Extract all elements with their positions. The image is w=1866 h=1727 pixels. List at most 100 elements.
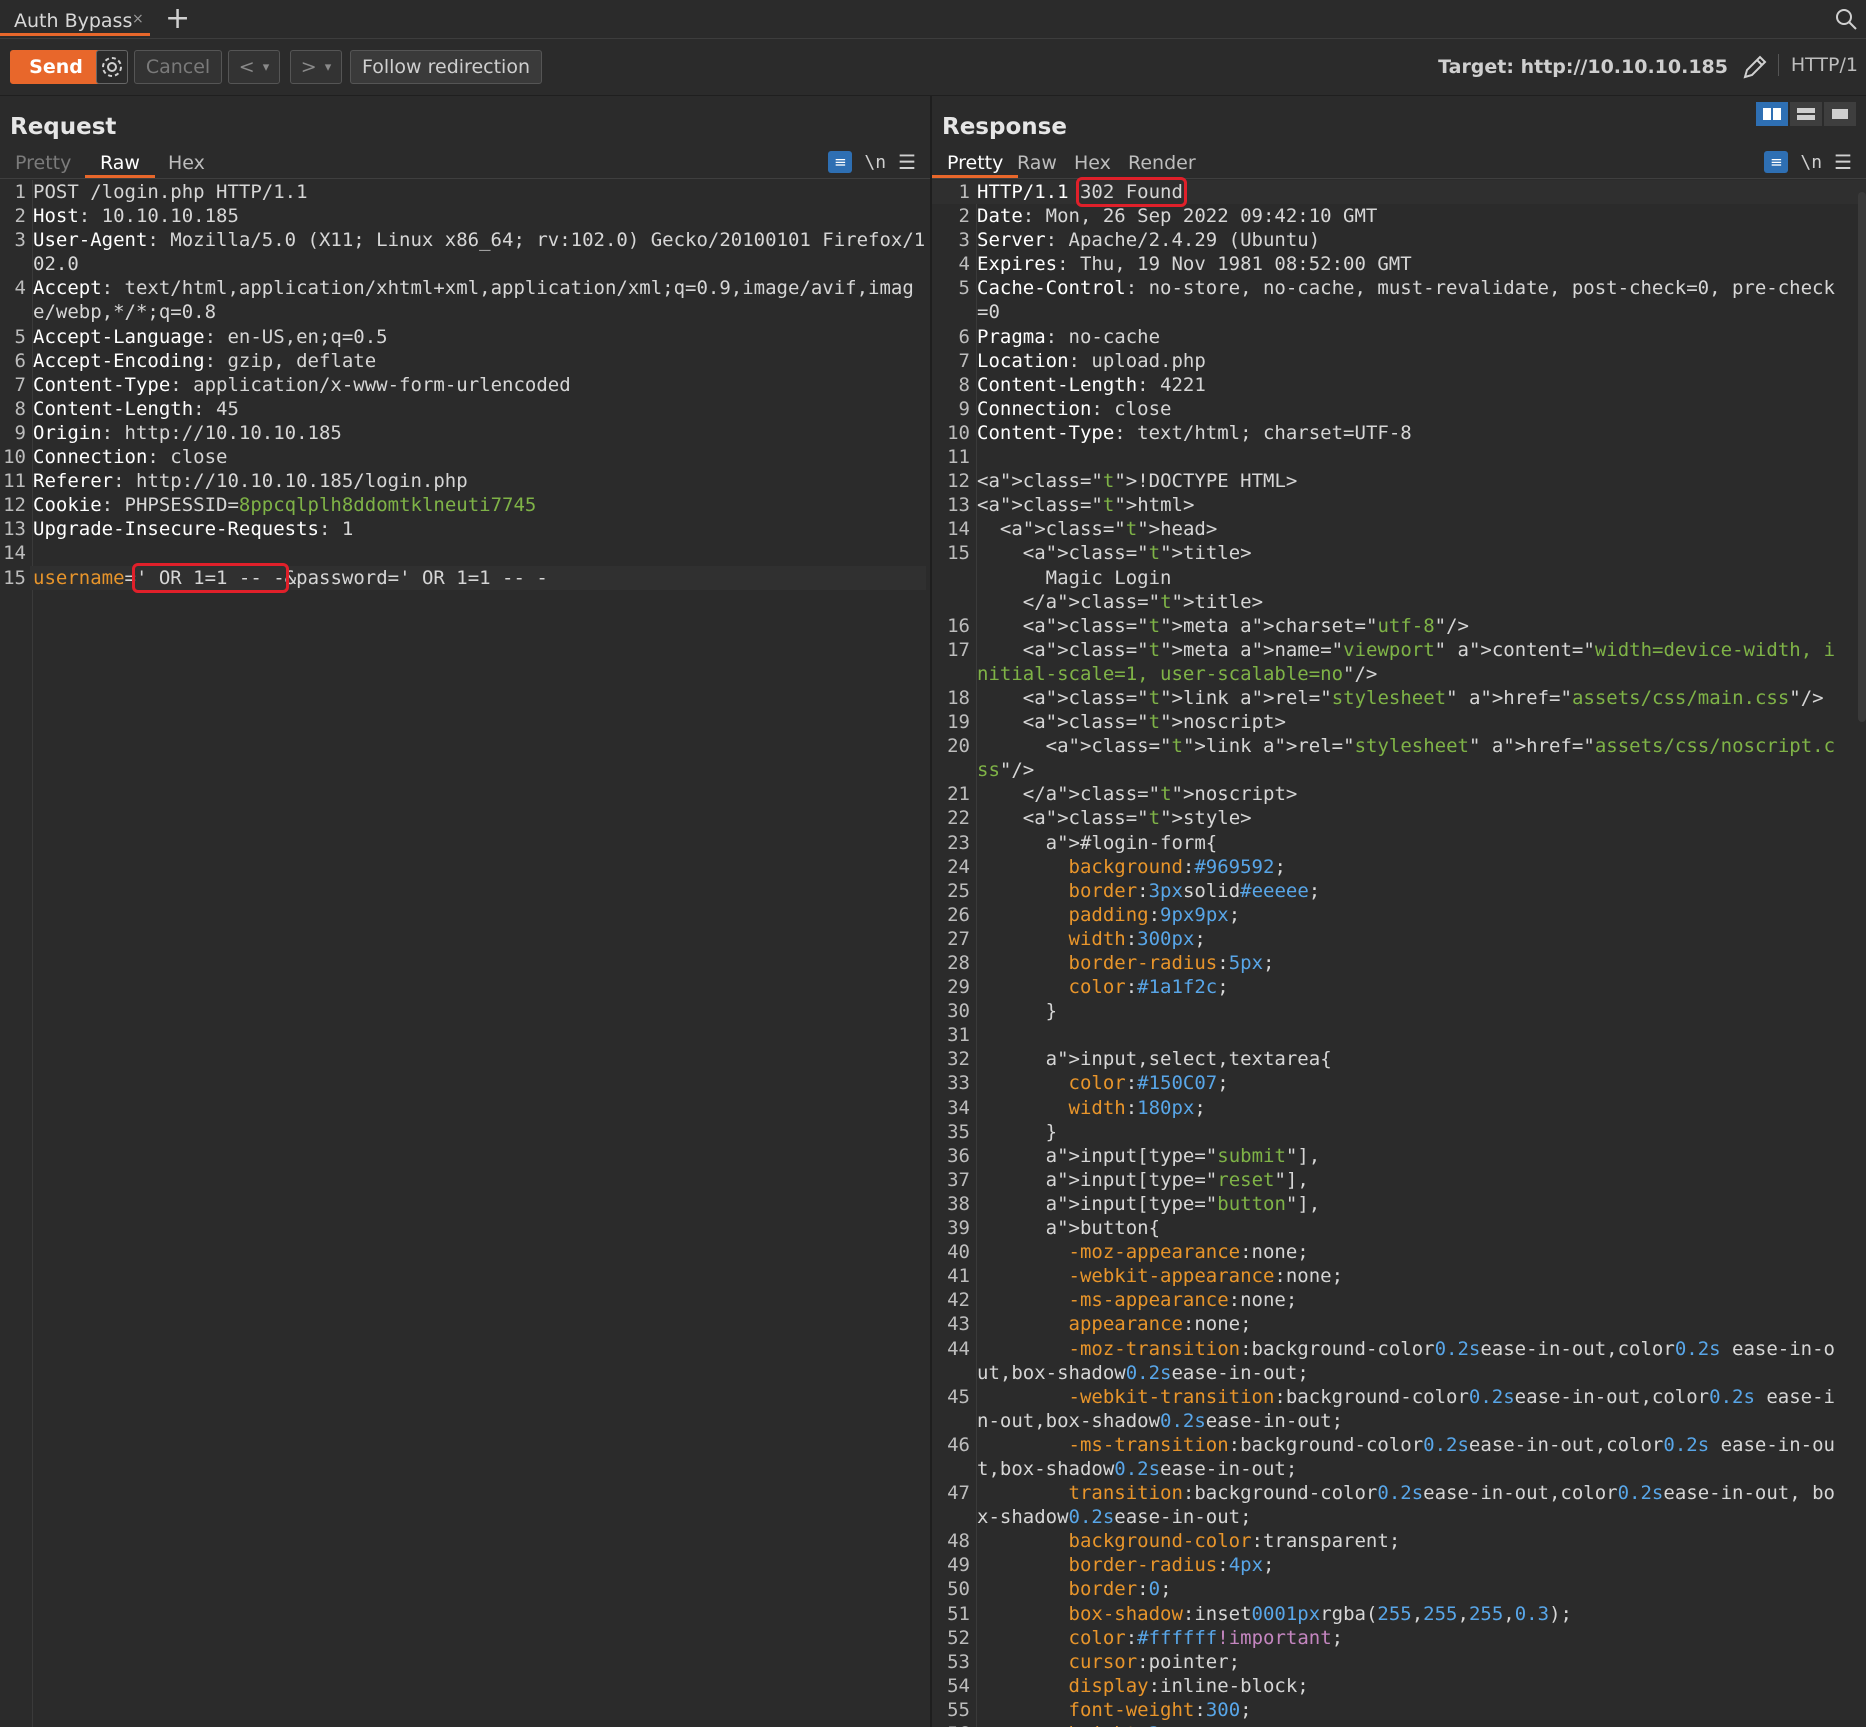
wrap-lines-icon[interactable]: ≡ (1764, 151, 1789, 173)
request-editor-options: ≡ \n ☰ (828, 150, 916, 174)
line-number: 47 (947, 1482, 970, 1505)
code-line: 26 padding:9px9px; (932, 903, 1866, 927)
code-line: 31 (932, 1023, 1866, 1047)
send-button[interactable]: Send (10, 50, 102, 84)
code-line: 5 Cache-Control: no-store, no-cache, must… (932, 276, 1866, 324)
line-text: padding:9px9px; (1068, 903, 1241, 926)
code-line: 9 Connection: close (932, 397, 1866, 421)
line-text: Origin: http://10.10.10.185 (33, 421, 342, 444)
line-number: 18 (947, 686, 970, 709)
forward-button[interactable]: > ▾ (290, 50, 342, 84)
code-line: 5 Accept-Language: en-US,en;q=0.5 (0, 325, 930, 349)
settings-button[interactable] (96, 50, 128, 84)
line-text: background:#969592; (1068, 855, 1286, 878)
wrap-lines-icon[interactable]: ≡ (828, 151, 853, 173)
line-number: 49 (947, 1554, 970, 1577)
protocol-selector[interactable]: HTTP/1 (1777, 54, 1858, 76)
line-number: 10 (3, 446, 26, 469)
chevron-left-icon: < (238, 56, 255, 78)
line-number: 11 (3, 470, 26, 493)
line-number: 21 (947, 783, 970, 806)
layout-side-by-side-icon[interactable] (1756, 102, 1788, 126)
line-number: 24 (947, 855, 970, 878)
code-line: 50 border:0; (932, 1577, 1866, 1601)
code-line: 11 Referer: http://10.10.10.185/login.php (0, 469, 930, 493)
line-text: a">input,select,textarea{ (1045, 1048, 1332, 1071)
add-tab-icon[interactable]: + (165, 0, 190, 38)
code-line: 36 a">input[type="submit"], (932, 1144, 1866, 1168)
layout-tabbed-icon[interactable] (1824, 102, 1856, 126)
line-number: 11 (947, 446, 970, 469)
code-line: 14 (0, 541, 930, 565)
response-editor-options: ≡ \n ☰ (1764, 150, 1852, 174)
line-text: Connection: close (33, 446, 228, 469)
code-line: 18 <a">class="t">link a">rel="stylesheet… (932, 686, 1866, 710)
line-number: 14 (947, 518, 970, 541)
tab-auth-bypass[interactable]: Auth Bypass × (0, 3, 150, 36)
line-number: 1 (958, 181, 970, 203)
line-text: -ms-appearance:none; (1068, 1289, 1298, 1312)
line-number: 43 (947, 1313, 970, 1336)
menu-icon[interactable]: ☰ (1834, 150, 1852, 174)
code-line: 10 Connection: close (0, 445, 930, 469)
response-pane: Response Pretty Raw Hex Render ≡ \n ☰ 1H… (932, 96, 1866, 1727)
tab-hex[interactable]: Hex (153, 148, 220, 178)
tab-render[interactable]: Render (1113, 148, 1211, 178)
code-line: 52 color:#ffffff!important; (932, 1626, 1866, 1650)
line-text: <a">class="t">style> (977, 807, 1252, 830)
code-line: 43 appearance:none; (932, 1312, 1866, 1336)
line-number: 4 (958, 253, 970, 276)
response-scrollbar[interactable] (1858, 192, 1866, 722)
line-number: 17 (947, 638, 970, 661)
line-text: Expires: Thu, 19 Nov 1981 08:52:00 GMT (977, 253, 1412, 276)
follow-redirection-button[interactable]: Follow redirection (350, 50, 542, 84)
code-line: 22 <a">class="t">style> (932, 806, 1866, 830)
tab-pretty[interactable]: Pretty (0, 148, 86, 178)
line-text: color:#1a1f2c; (1068, 976, 1229, 999)
line-text: a">input[type="reset"], (1045, 1168, 1309, 1191)
line-number: 19 (947, 711, 970, 734)
line-text: a">input[type="button"], (1045, 1192, 1321, 1215)
code-line: 40 -moz-appearance:none; (932, 1240, 1866, 1264)
line-text: Accept-Encoding: gzip, deflate (33, 349, 377, 372)
back-button[interactable]: < ▾ (228, 50, 280, 84)
show-newlines-icon[interactable]: \n (864, 152, 886, 173)
code-line: 34 width:180px; (932, 1096, 1866, 1120)
code-line: 4 Accept: text/html,application/xhtml+xml… (0, 276, 930, 324)
tab-raw[interactable]: Raw (85, 148, 155, 178)
line-number: 56 (932, 1722, 974, 1727)
request-editor[interactable]: 1 POST /login.php HTTP/1.1 2 Host: 10.10.10… (0, 180, 930, 1727)
code-line: 17 <a">class="t">meta a">name="viewport"… (932, 638, 1866, 686)
code-line: 4 Expires: Thu, 19 Nov 1981 08:52:00 GMT (932, 252, 1866, 276)
line-text: Cookie: PHPSESSID=8ppcqlplh8ddomtklneuti… (33, 494, 537, 517)
line-number: 15 (3, 566, 26, 589)
close-icon[interactable]: × (132, 11, 144, 27)
line-number: 20 (947, 735, 970, 758)
code-line: 49 border-radius:4px; (932, 1553, 1866, 1577)
response-editor[interactable]: 1 HTTP/1.1 302 Found 2 Date: Mon, 26 Sep 20… (932, 177, 1866, 1727)
line-number: 41 (947, 1265, 970, 1288)
code-line: 27 width:300px; (932, 927, 1866, 951)
layout-stacked-icon[interactable] (1790, 102, 1822, 126)
edit-target-icon[interactable] (1740, 52, 1770, 82)
chevron-down-icon: ▾ (262, 59, 270, 75)
line-text: color:#150C07; (1068, 1072, 1229, 1095)
menu-icon[interactable]: ☰ (898, 150, 916, 174)
status-code: 302 Found (1075, 177, 1187, 207)
line-text: Accept-Language: en-US,en;q=0.5 (33, 325, 388, 348)
cancel-button[interactable]: Cancel (134, 50, 222, 84)
line-number: 42 (947, 1289, 970, 1312)
chevron-down-icon: ▾ (324, 59, 332, 75)
code-line: 23 a">#login-form{ (932, 831, 1866, 855)
line-number: 52 (947, 1626, 970, 1649)
line-text (974, 1023, 1845, 1047)
line-number: 29 (947, 976, 970, 999)
line-number: 3 (14, 229, 26, 252)
target-label: Target: http://10.10.10.185 (1438, 56, 1728, 78)
search-icon[interactable] (1834, 7, 1858, 31)
code-line: 16 <a">class="t">meta a">charset="utf-8"… (932, 614, 1866, 638)
code-line: 1 HTTP/1.1 302 Found (932, 177, 1866, 207)
show-newlines-icon[interactable]: \n (1800, 152, 1822, 173)
line-number: 27 (947, 927, 970, 950)
line-number: 28 (947, 952, 970, 974)
